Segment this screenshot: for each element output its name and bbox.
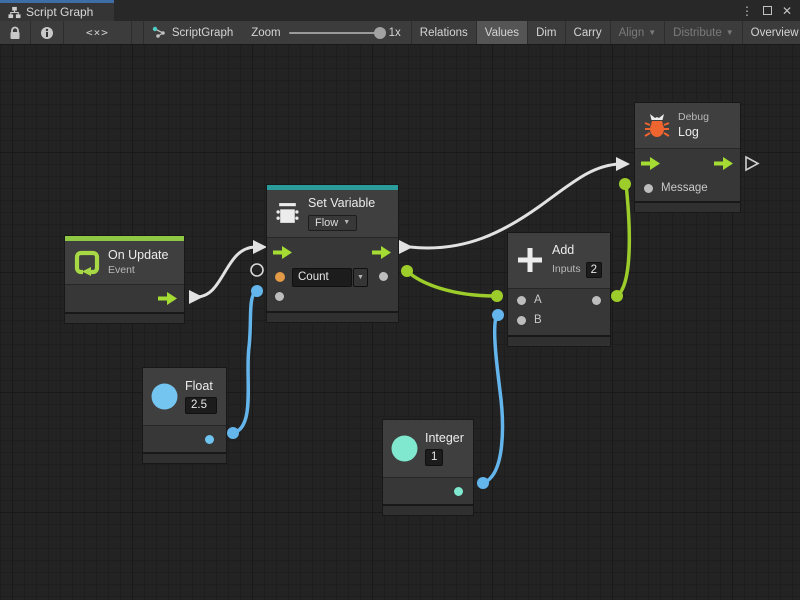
code-preview-button[interactable]: <×> [64, 21, 132, 44]
toolbar-button-carry[interactable]: Carry [566, 21, 611, 44]
toolbar-divider [132, 21, 144, 44]
chevron-down-icon: ▼ [343, 219, 350, 226]
script-graph-icon [152, 26, 166, 39]
node-title: On Update [108, 248, 168, 264]
node-title: Log [678, 125, 709, 141]
zoom-label: Zoom [251, 27, 280, 39]
float-value: 2.5 [191, 399, 207, 411]
node-title: Set Variable [308, 196, 375, 212]
input-a-port[interactable] [517, 296, 526, 305]
node-on-update[interactable]: On Update Event [65, 236, 184, 323]
graph-canvas[interactable]: On Update Event [0, 45, 800, 600]
inspector-button[interactable] [31, 21, 64, 44]
input-a-label: A [534, 294, 542, 306]
node-set-variable[interactable]: Set Variable Flow ▼ [267, 185, 398, 322]
lock-button[interactable] [0, 21, 31, 44]
toolbar-button-values[interactable]: Values [477, 21, 528, 44]
node-footer [65, 314, 184, 323]
variable-name-value: Count [298, 271, 329, 283]
chevron-down-icon: ▼ [648, 28, 656, 37]
distribute-label: Distribute [673, 27, 722, 39]
code-preview-icon: <×> [72, 26, 123, 39]
integer-value-field[interactable]: 1 [425, 449, 443, 466]
node-title: Float [185, 379, 217, 395]
input-b-port[interactable] [517, 316, 526, 325]
zoom-value: 1x [389, 27, 401, 39]
float-type-icon [151, 383, 178, 410]
inputs-count: 2 [591, 264, 597, 276]
zoom-slider[interactable] [289, 32, 381, 34]
float-value-field[interactable]: 2.5 [185, 397, 217, 414]
input-b-label: B [534, 314, 542, 326]
node-footer [267, 313, 398, 322]
inputs-count-field[interactable]: 2 [586, 262, 602, 278]
graph-breadcrumb[interactable]: ScriptGraph [144, 21, 241, 44]
toolbar-button-relations[interactable]: Relations [412, 21, 477, 44]
float-output-port[interactable] [205, 435, 214, 444]
tab-bar: Script Graph ⋮ ✕ [0, 0, 800, 21]
loop-event-icon [74, 250, 100, 276]
align-label: Align [619, 27, 645, 39]
info-icon [40, 26, 54, 40]
message-input-port[interactable] [644, 184, 653, 193]
node-subtitle: Event [108, 264, 168, 278]
close-icon[interactable]: ✕ [782, 5, 792, 17]
flow-output-port[interactable] [714, 157, 733, 170]
window-controls: ⋮ ✕ [741, 0, 800, 21]
maximize-icon[interactable] [763, 6, 772, 15]
node-title: Integer [425, 431, 464, 447]
graph-toolbar: <×> ScriptGraph Zoom 1x Relations Values… [0, 21, 800, 45]
node-footer [143, 454, 226, 463]
integer-value: 1 [431, 451, 437, 463]
toolbar-button-overview[interactable]: Overview [743, 21, 800, 44]
node-integer[interactable]: Integer 1 [383, 420, 473, 515]
zoom-control: Zoom 1x [241, 21, 412, 44]
chevron-down-icon: ▼ [357, 274, 364, 281]
message-label: Message [661, 182, 708, 194]
node-float[interactable]: Float 2.5 [143, 368, 226, 463]
window-menu-icon[interactable]: ⋮ [741, 5, 753, 17]
toolbar-button-align[interactable]: Align▼ [611, 21, 666, 44]
variable-box-icon [275, 201, 300, 226]
zoom-slider-handle[interactable] [374, 27, 386, 39]
integer-type-icon [391, 435, 418, 462]
tab-title: Script Graph [26, 5, 93, 19]
tab-script-graph[interactable]: Script Graph [0, 0, 114, 21]
variable-kind-dropdown[interactable]: Flow ▼ [308, 215, 357, 231]
toolbar-button-distribute[interactable]: Distribute ▼ [665, 21, 743, 44]
graph-hierarchy-icon [8, 6, 21, 19]
toolbar-button-dim[interactable]: Dim [528, 21, 565, 44]
node-footer [383, 506, 473, 515]
node-title: Add [552, 243, 602, 259]
variable-picker-button[interactable]: ▼ [353, 268, 368, 287]
node-add[interactable]: Add Inputs 2 A [508, 233, 610, 346]
graph-name-label: ScriptGraph [172, 27, 233, 39]
sum-output-port[interactable] [592, 296, 601, 305]
node-footer [508, 337, 610, 346]
script-graph-window: Script Graph ⋮ ✕ <×> [0, 0, 800, 600]
node-category: Debug [678, 111, 709, 125]
flow-output-port[interactable] [372, 246, 391, 259]
bug-icon [644, 113, 670, 139]
inputs-label: Inputs [552, 263, 581, 277]
node-debug-log[interactable]: Debug Log Message [635, 103, 740, 212]
variable-name-field[interactable]: Count [292, 268, 352, 287]
flow-output-port[interactable] [158, 292, 177, 305]
chevron-down-icon: ▼ [726, 28, 734, 37]
integer-output-port[interactable] [454, 487, 463, 496]
flow-input-port[interactable] [273, 246, 292, 259]
plus-icon [516, 246, 544, 274]
variable-kind-value: Flow [315, 217, 338, 229]
value-input-port[interactable] [275, 292, 284, 301]
value-output-port[interactable] [379, 272, 388, 281]
flow-input-port[interactable] [641, 157, 660, 170]
node-footer [635, 203, 740, 212]
variable-name-port[interactable] [275, 272, 285, 282]
lock-icon [9, 26, 21, 40]
